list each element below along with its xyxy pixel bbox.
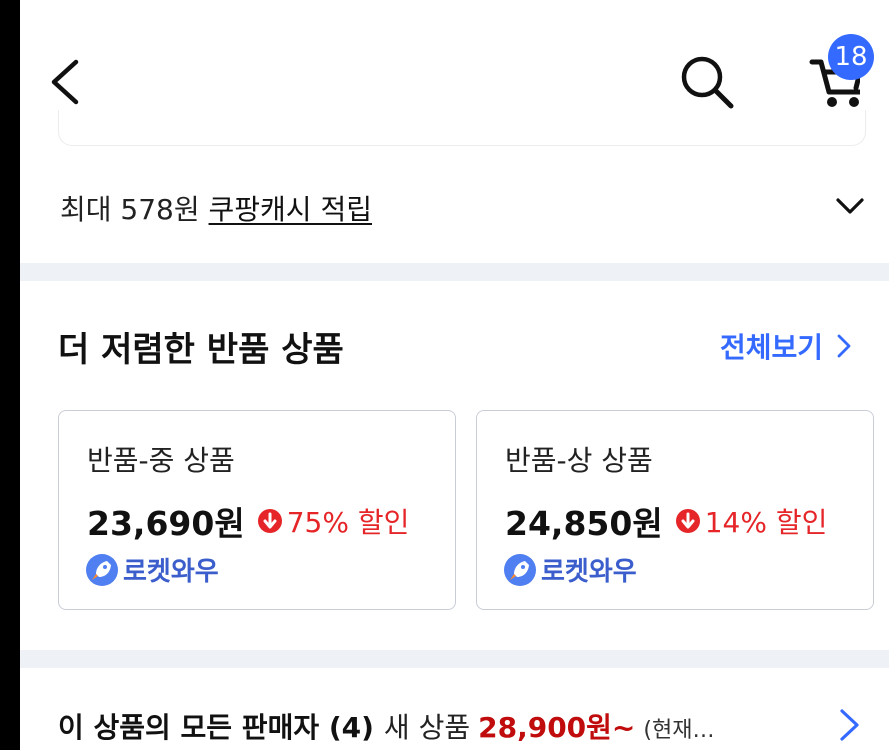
- section-title: 더 저렴한 반품 상품: [58, 330, 344, 370]
- rocket-label: 로켓와우: [123, 557, 219, 587]
- section-divider: [20, 263, 889, 281]
- all-sellers-row[interactable]: 이 상품의 모든 판매자 (4) 새 상품 28,900원~ (현재…: [20, 690, 889, 750]
- product-grade: 반품-중 상품: [87, 444, 235, 477]
- rocket-icon: [504, 553, 536, 586]
- rocket-label: 로켓와우: [541, 557, 637, 587]
- search-button[interactable]: [676, 50, 740, 114]
- chevron-right-icon: [837, 334, 851, 358]
- lowest-price: 28,900원~: [478, 711, 636, 744]
- price-row: 24,850원 14% 할인: [505, 497, 827, 545]
- discount-badge: 14% 할인: [675, 501, 828, 541]
- discount-text: 14% 할인: [704, 506, 828, 539]
- arrow-down-circle-icon: [257, 509, 282, 533]
- product-price: 23,690원: [87, 504, 245, 543]
- current-note: (현재…: [643, 718, 715, 743]
- product-price: 24,850원: [505, 504, 663, 543]
- coupang-cash-row[interactable]: 최대 578원 쿠팡캐시 적립: [20, 160, 889, 250]
- chevron-down-icon[interactable]: [835, 190, 865, 220]
- previous-card-edge: [58, 110, 866, 146]
- return-product-card[interactable]: 반품-상 상품 24,850원 14% 할인 로켓와우: [476, 410, 874, 610]
- back-arrow-icon: [51, 59, 79, 105]
- new-product-label: 새 상품: [383, 711, 471, 744]
- discount-badge: 75% 할인: [257, 501, 410, 541]
- price-row: 23,690원 75% 할인: [87, 497, 409, 545]
- sellers-label: 이 상품의 모든 판매자 (4): [58, 711, 374, 744]
- sellers-text: 이 상품의 모든 판매자 (4) 새 상품 28,900원~ (현재…: [58, 706, 714, 746]
- cash-text: 최대 578원 쿠팡캐시 적립: [60, 188, 372, 228]
- return-product-card[interactable]: 반품-중 상품 23,690원 75% 할인 로켓와우: [58, 410, 456, 610]
- discount-text: 75% 할인: [286, 506, 410, 539]
- back-button[interactable]: [40, 52, 90, 112]
- rocket-wow-badge: 로켓와우: [503, 551, 637, 588]
- search-icon: [681, 56, 734, 109]
- cash-prefix: 최대 578원: [60, 193, 200, 226]
- section-divider: [20, 650, 889, 668]
- chevron-right-icon[interactable]: [839, 708, 861, 742]
- cash-link[interactable]: 쿠팡캐시 적립: [209, 193, 372, 226]
- cart-count-badge: 18: [828, 34, 874, 80]
- product-grade: 반품-상 상품: [505, 444, 653, 477]
- see-all-label: 전체보기: [720, 331, 824, 364]
- see-all-link[interactable]: 전체보기: [720, 326, 851, 366]
- rocket-wow-badge: 로켓와우: [85, 551, 219, 588]
- left-edge-bar: [0, 0, 20, 750]
- arrow-down-circle-icon: [675, 509, 700, 533]
- rocket-icon: [86, 553, 118, 586]
